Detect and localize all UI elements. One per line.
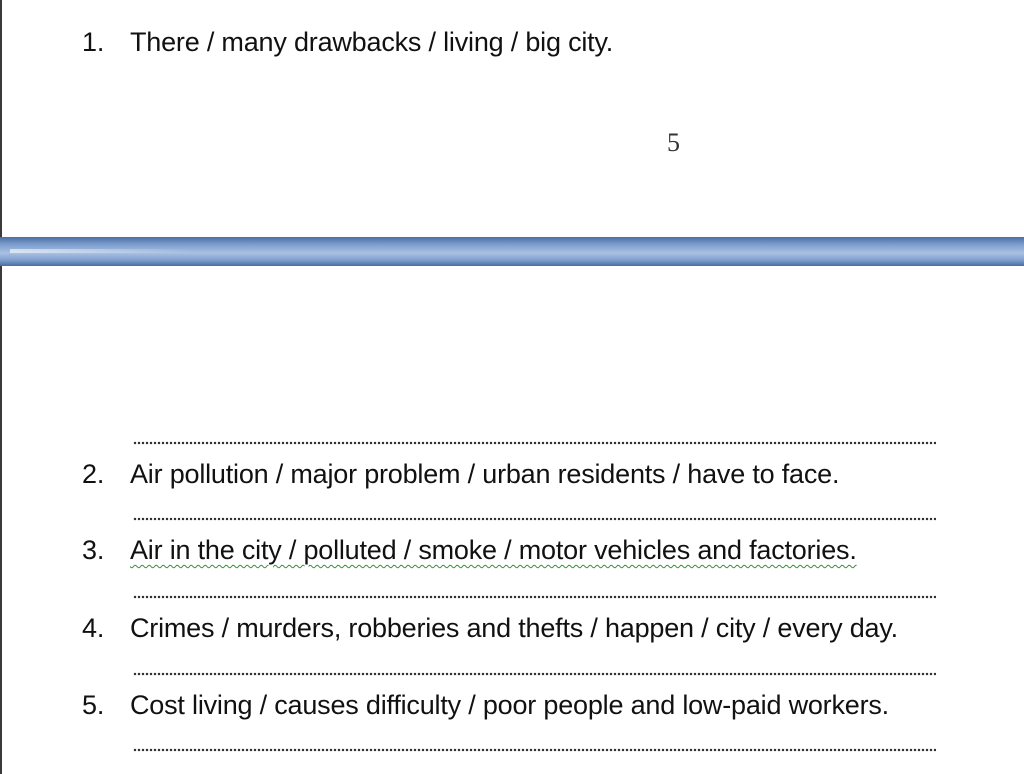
answer-line-5[interactable] (133, 748, 936, 752)
exercise-item-3: 3. Air in the city / polluted / smoke / m… (82, 533, 857, 567)
exercise-item-4: 4. Crimes / murders, robberies and thefts… (82, 611, 898, 645)
item-number: 5. (82, 690, 105, 720)
item-number: 1. (82, 27, 105, 57)
exercise-item-5: 5. Cost living / causes difficulty / poor… (82, 688, 889, 722)
answer-line-3[interactable] (133, 595, 936, 599)
answer-line-2[interactable] (133, 517, 936, 521)
item-text[interactable]: Air pollution / major problem / urban re… (130, 459, 839, 489)
page-break-highlight (10, 249, 190, 253)
item-number: 3. (82, 535, 105, 565)
page-break-separator (0, 237, 1024, 266)
answer-line-4[interactable] (133, 672, 936, 676)
page-number: 5 (667, 128, 680, 157)
answer-line-1[interactable] (133, 441, 936, 445)
item-number: 2. (82, 459, 105, 489)
item-text[interactable]: Cost living / causes difficulty / poor p… (130, 690, 889, 720)
item-number: 4. (82, 613, 105, 643)
page-left-edge (0, 0, 2, 774)
exercise-item-2: 2. Air pollution / major problem / urban … (82, 457, 839, 491)
item-text[interactable]: Crimes / murders, robberies and thefts /… (130, 613, 898, 643)
exercise-item-1: 1. There / many drawbacks / living / big … (82, 25, 613, 59)
item-text-spellcheck-underlined[interactable]: Air in the city / polluted / smoke / mot… (130, 535, 857, 565)
item-text[interactable]: There / many drawbacks / living / big ci… (130, 27, 613, 57)
